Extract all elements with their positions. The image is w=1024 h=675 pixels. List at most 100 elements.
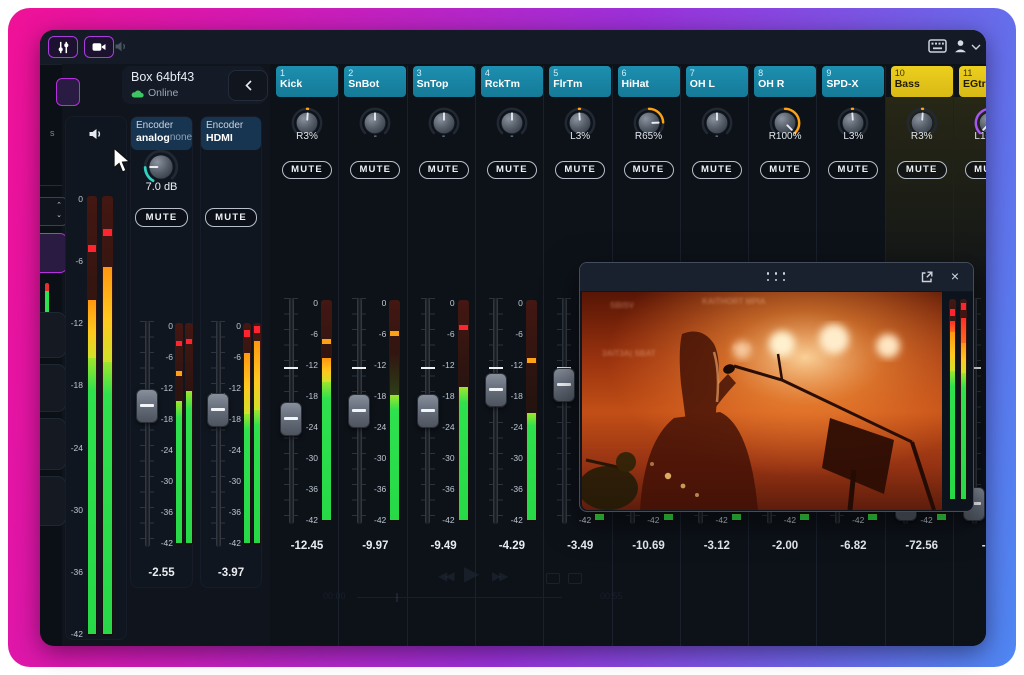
video-preview-panel[interactable]: × [579,262,974,512]
seek-bar[interactable] [357,597,562,598]
meter-green-segment [244,414,250,543]
channel-separator [543,66,544,646]
channel-number: 2 [348,68,402,78]
channel-1-mute-button[interactable]: MUTE [282,161,332,179]
sidebar-label-fragment: s [50,128,55,138]
channel-2-fader-handle[interactable] [348,394,370,428]
channel-3-fader-handle[interactable] [417,394,439,428]
encoder-hdmi-level-value: -3.97 [201,567,261,579]
seek-handle[interactable] [396,593,398,602]
channel-11-pan-value: L100% [960,131,986,142]
encoder-tab-analog[interactable]: analog [136,132,170,144]
meter-green-segment [961,373,966,499]
camera-view-button[interactable] [84,36,114,58]
channel-5-level-value: -3.49 [548,540,612,552]
channel-11-mute-button[interactable]: MUTE [965,161,986,179]
sidebar-item-active[interactable] [56,78,80,106]
channel-5-header[interactable]: 5FlrTm [549,66,611,97]
close-icon[interactable]: × [951,268,959,284]
meter-haze [390,353,399,395]
channel-2-header[interactable]: 2SnBot [344,66,406,97]
channel-4-fader-handle[interactable] [485,373,507,407]
channel-number: 1 [280,68,334,78]
meter-green-segment [595,514,604,520]
channel-1-level-value: -12.45 [275,540,339,552]
channel-8-mute-button[interactable]: MUTE [760,161,810,179]
overlay-meter-zone [942,292,973,510]
channel-5-fader-handle[interactable] [553,368,575,402]
channel-number: 11 [963,68,986,78]
meter-red-segment [950,321,955,332]
chevron-down-icon[interactable] [971,44,981,50]
channel-2-mute-button[interactable]: MUTE [350,161,400,179]
channel-4-mute-button[interactable]: MUTE [487,161,537,179]
sidebar-item-selected[interactable] [40,233,68,273]
encoder-analog-header: Encoder analog none [131,117,192,150]
meter-orange-segment [254,341,260,411]
concert-video-frame: SBISVKAITHORT MPIA 3AIT3A( SBATAC S [582,292,942,510]
channel-3-level-value: -9.49 [412,540,476,552]
rewind-icon[interactable]: ◀◀ [438,569,452,583]
channel-7-mute-button[interactable]: MUTE [692,161,742,179]
user-icon[interactable] [953,38,968,54]
encoder-0-meter-left [175,323,183,545]
mixer-view-button[interactable] [48,36,78,58]
master-scale-label: -24 [53,443,83,453]
elapsed-time: 00:00 [323,591,346,601]
svg-text:KAITHORT MPIA: KAITHORT MPIA [702,297,766,306]
channel-7-header[interactable]: 7OH L [686,66,748,97]
sidebar-item[interactable] [40,476,66,526]
channel-10-header[interactable]: 10Bass [891,66,953,97]
channel-4-header[interactable]: 4RckTm [481,66,543,97]
channel-6-header[interactable]: 6HiHat [618,66,680,97]
pip-icon[interactable] [546,573,560,584]
channel-number: 9 [826,68,880,78]
open-external-icon[interactable] [921,271,933,283]
channel-3-header[interactable]: 3SnTop [413,66,475,97]
channel-8-header[interactable]: 8OH R [754,66,816,97]
fast-forward-icon[interactable]: ▶▶ [492,569,506,583]
encoder-tab-hdmi[interactable]: HDMI [206,132,233,144]
encoder-0-fader-handle[interactable] [136,389,158,423]
encoder-1-fader-handle[interactable] [207,393,229,427]
play-icon[interactable]: ▶ [464,561,479,586]
encoder-tab-none[interactable]: none [170,132,192,144]
speaker-muted-icon[interactable] [114,40,129,53]
drag-handle-icon[interactable] [767,272,787,281]
meter-peak-hold [254,326,260,333]
channel-9-header[interactable]: 9SPD-X [822,66,884,97]
fullscreen-icon[interactable] [568,573,582,584]
encoder-hdmi-mute-button[interactable]: MUTE [205,208,257,227]
meter-green-segment [950,371,955,499]
channel-6-mute-button[interactable]: MUTE [624,161,674,179]
channel-number: 7 [690,68,744,78]
master-scale-label: -42 [53,629,83,639]
channel-1-fader-handle[interactable] [280,402,302,436]
channel-name: OH L [690,78,744,91]
meter-green-segment [868,514,877,520]
monitor-speaker-icon[interactable] [88,127,104,141]
meter-orange-segment [88,300,96,358]
encoder-gain-knob[interactable] [142,148,180,186]
channel-9-mute-button[interactable]: MUTE [828,161,878,179]
channel-1-header[interactable]: 1Kick [276,66,338,97]
keyboard-icon[interactable] [928,39,947,53]
channel-11-header[interactable]: 11EGtr1L [959,66,986,97]
channel-10-level-value: -72.56 [890,540,954,552]
channel-3-fader-handle-line [421,409,435,412]
channel-4-fader-unity-tick [489,367,503,369]
encoder-1-meter-right [253,323,261,545]
channel-2-fader-unity-tick [352,367,366,369]
channel-5-mute-button[interactable]: MUTE [555,161,605,179]
meter-green-segment [937,514,946,520]
channel-number: 3 [417,68,471,78]
channel-5-pan-value: L3% [550,131,610,142]
channel-3-mute-button[interactable]: MUTE [419,161,469,179]
encoder-analog-mute-button[interactable]: MUTE [135,208,188,227]
video-camera-icon [91,41,107,53]
meter-peak-hold [961,303,966,310]
master-scale-label: -36 [53,567,83,577]
collapse-panel-button[interactable] [228,70,268,101]
meter-peak-dot [176,341,182,346]
channel-10-mute-button[interactable]: MUTE [897,161,947,179]
